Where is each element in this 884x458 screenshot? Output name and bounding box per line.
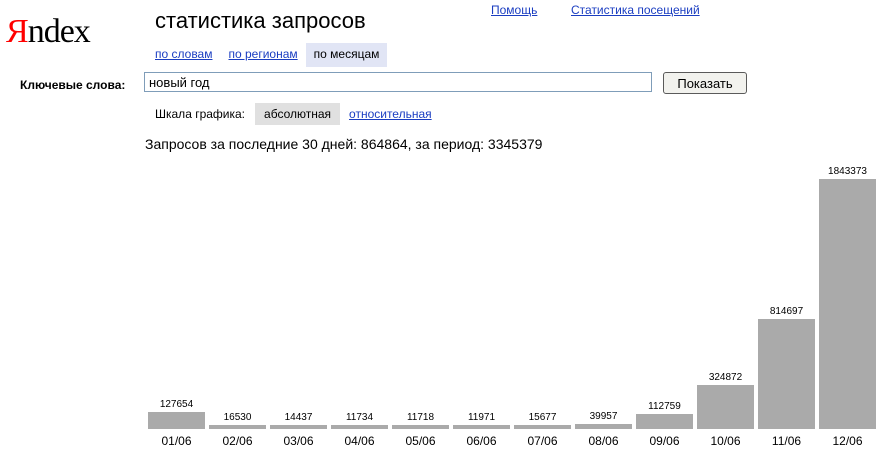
- bar-04/06: [331, 425, 388, 429]
- bar-11/06: [758, 319, 815, 429]
- x-tick-label: 04/06: [344, 434, 374, 448]
- x-tick-label: 11/06: [772, 434, 801, 448]
- bar-value-label: 127654: [160, 399, 194, 410]
- bar-value-label: 11734: [346, 412, 374, 423]
- bar-value-label: 14437: [285, 412, 313, 423]
- bar-10/06: [697, 385, 754, 429]
- bar-06/06: [453, 425, 510, 429]
- x-tick-label: 05/06: [405, 434, 435, 448]
- x-tick-label: 10/06: [710, 434, 740, 448]
- bar-value-label: 324872: [709, 372, 743, 383]
- x-tick-label: 09/06: [649, 434, 679, 448]
- bar-value-label: 39957: [590, 411, 618, 422]
- x-tick-label: 07/06: [527, 434, 557, 448]
- x-tick-label: 03/06: [283, 434, 313, 448]
- bar-01/06: [148, 412, 205, 429]
- x-tick-label: 02/06: [222, 434, 252, 448]
- x-tick-label: 12/06: [832, 434, 862, 448]
- bar-07/06: [514, 425, 571, 429]
- bar-value-label: 11971: [468, 412, 496, 423]
- x-tick-label: 01/06: [161, 434, 191, 448]
- bar-09/06: [636, 414, 693, 429]
- bar-value-label: 814697: [770, 306, 804, 317]
- monthly-requests-chart: 127654 01/06 16530 02/06 14437 03/06 11734 04/0…: [148, 166, 876, 448]
- x-tick-label: 06/06: [466, 434, 496, 448]
- bar-08/06: [575, 424, 632, 429]
- bar-value-label: 15677: [529, 412, 557, 423]
- bar-05/06: [392, 425, 449, 429]
- bar-value-label: 16530: [224, 412, 252, 423]
- bar-value-label: 1843373: [828, 166, 867, 177]
- bar-12/06: [819, 179, 876, 429]
- bar-value-label: 112759: [648, 401, 681, 412]
- x-tick-label: 08/06: [588, 434, 618, 448]
- bar-value-label: 11718: [407, 412, 435, 423]
- bar-03/06: [270, 425, 327, 429]
- bar-02/06: [209, 425, 266, 429]
